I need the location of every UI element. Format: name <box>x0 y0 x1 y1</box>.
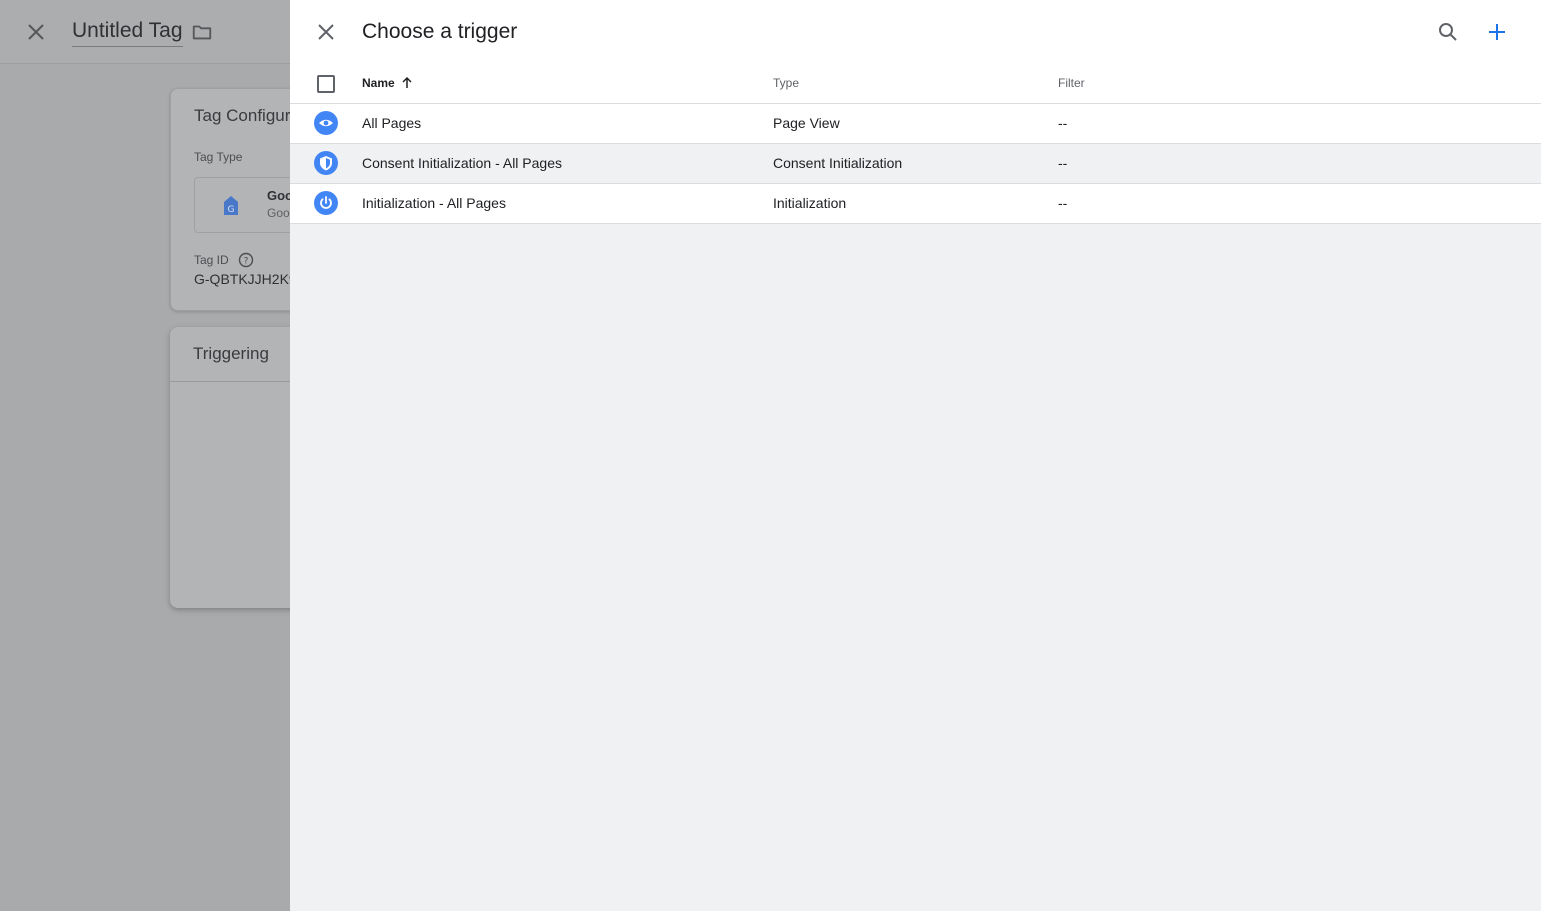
card-title: Tag Configura <box>194 106 300 125</box>
trigger-filter: -- <box>1058 195 1068 211</box>
trigger-list: All Pages Page View -- Consent Initializ… <box>290 104 1541 224</box>
trigger-row-initialization[interactable]: Initialization - All Pages Initializatio… <box>290 184 1541 224</box>
trigger-name: Initialization - All Pages <box>362 195 506 211</box>
help-icon[interactable]: ? <box>238 252 254 268</box>
power-icon <box>314 191 338 215</box>
select-all-checkbox[interactable] <box>317 75 335 93</box>
trigger-filter: -- <box>1058 155 1068 171</box>
folder-icon[interactable] <box>191 21 213 43</box>
choose-trigger-panel: Choose a trigger Name Type Filter All Pa… <box>290 0 1541 911</box>
column-header-name[interactable]: Name <box>362 76 395 90</box>
trigger-type: Consent Initialization <box>773 155 903 171</box>
arrow-up-icon[interactable] <box>400 76 414 90</box>
google-tag-icon: G <box>224 196 238 215</box>
add-trigger-icon[interactable] <box>1485 20 1509 44</box>
search-icon[interactable] <box>1436 20 1460 44</box>
column-header-type[interactable]: Type <box>773 76 799 90</box>
trigger-type: Initialization <box>773 195 847 211</box>
eye-icon <box>314 111 338 135</box>
trigger-row-all-pages[interactable]: All Pages Page View -- <box>290 104 1541 144</box>
close-icon[interactable] <box>24 20 48 44</box>
panel-title: Choose a trigger <box>362 20 518 43</box>
trigger-name: Consent Initialization - All Pages <box>362 155 562 171</box>
svg-text:G: G <box>228 205 235 215</box>
card-title: Triggering <box>193 344 269 363</box>
trigger-type: Page View <box>773 115 840 131</box>
svg-text:?: ? <box>244 257 249 267</box>
tag-id-label: Tag ID <box>194 253 229 267</box>
trigger-name: All Pages <box>362 115 422 131</box>
column-header-filter[interactable]: Filter <box>1058 76 1085 90</box>
close-icon[interactable] <box>314 20 338 44</box>
tag-name-field[interactable]: Untitled Tag <box>72 19 183 47</box>
tag-type-label: Tag Type <box>194 150 243 164</box>
shield-icon <box>314 151 338 175</box>
trigger-row-consent-initialization[interactable]: Consent Initialization - All Pages Conse… <box>290 144 1541 184</box>
trigger-filter: -- <box>1058 115 1068 131</box>
tag-type-subtitle: Goo <box>267 206 290 220</box>
tag-id-value: G-QBTKJJH2K9 <box>194 271 297 287</box>
panel-header: Choose a trigger Name Type Filter <box>290 0 1541 104</box>
